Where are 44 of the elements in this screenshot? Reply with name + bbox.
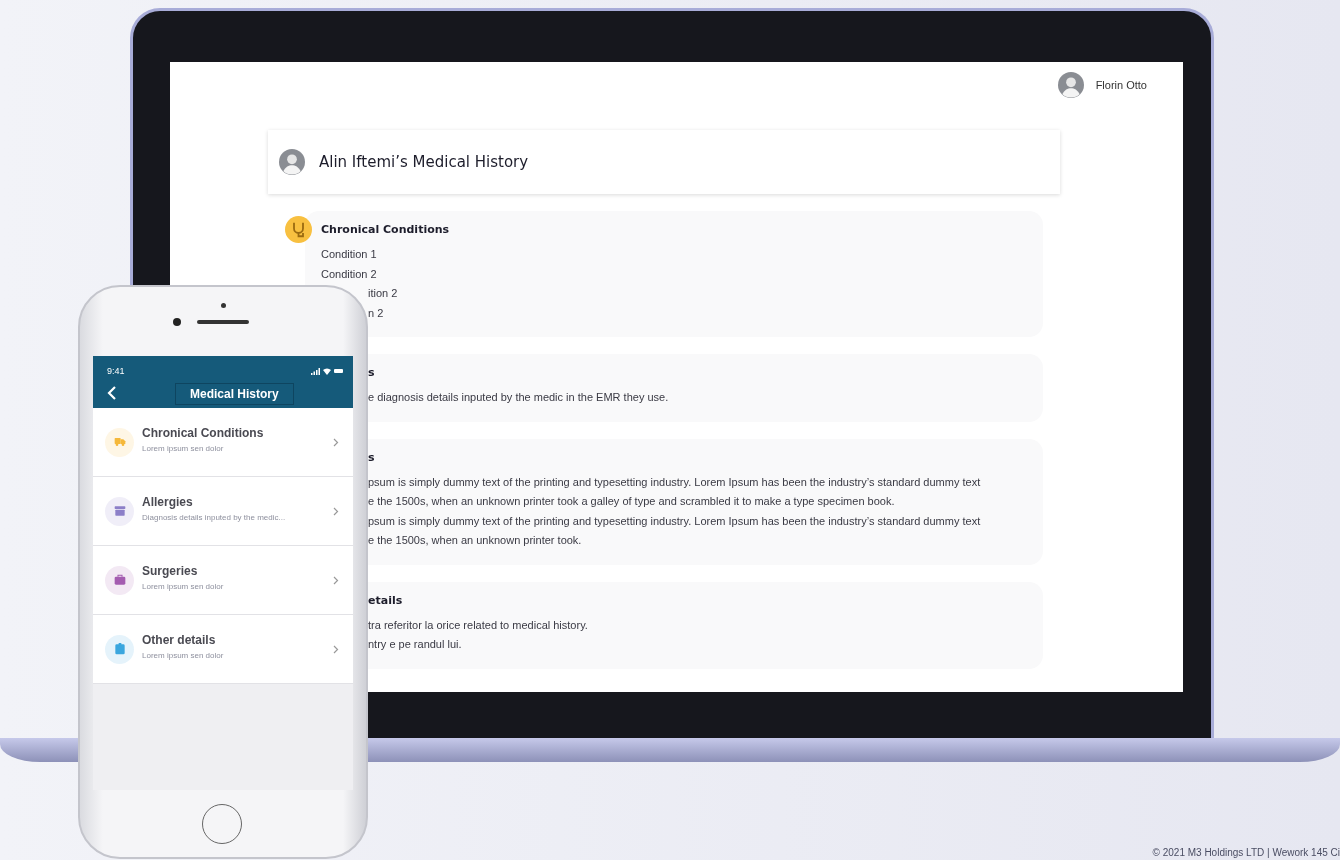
chevron-icon — [333, 644, 339, 654]
history-list-item[interactable]: Other details Lorem ipsum sen dolor — [93, 615, 353, 684]
section-text: ntry e pe randul lui. — [368, 637, 462, 652]
item-subtitle: Lorem ipsum sen dolor — [142, 650, 225, 660]
section-text: ition 2 — [368, 286, 398, 301]
status-time: 9:41 — [107, 366, 125, 376]
section-text: Condition 2 — [321, 266, 377, 282]
status-icons — [311, 367, 343, 375]
avatar-icon — [279, 149, 305, 175]
item-title: Chronical Conditions — [142, 425, 265, 440]
section-title: etails — [368, 593, 403, 607]
user-name: Florin Otto — [1095, 79, 1147, 91]
section-text: tra referitor la orice related to medical history. — [368, 617, 588, 633]
stethoscope-icon — [285, 216, 312, 243]
section-text: n 2 — [368, 305, 384, 321]
section-text: e diagnosis details inputed by the medic in the EMR they use. — [368, 390, 669, 405]
nav-title: Medical History — [175, 383, 294, 405]
chevron-icon — [333, 437, 339, 447]
speaker-icon — [197, 320, 249, 324]
history-list-item[interactable]: Surgeries Lorem ipsum sen dolor — [93, 546, 353, 615]
back-button[interactable] — [107, 386, 119, 402]
section-text: e the 1500s, when an unknown printer took. — [368, 533, 582, 548]
item-subtitle: Diagnosis details inputed by the medic... — [142, 512, 287, 522]
camera-icon — [173, 318, 181, 326]
section-text: e the 1500s, when an unknown printer took a galley of type and scrambled it to make a type specimen book. — [368, 494, 895, 509]
history-list-item[interactable]: Chronical Conditions Lorem ipsum sen dolor — [93, 408, 353, 477]
footer-text: © 2021 M3 Holdings LTD | Wework 145 Ci — [1152, 847, 1340, 858]
chevron-icon — [333, 506, 339, 516]
section-title: s — [368, 366, 375, 379]
sensor-icon — [221, 303, 226, 308]
item-title: Surgeries — [142, 563, 199, 578]
section-text: psum is simply dummy text of the printing and typesetting industry. Lorem Ipsum has been the industry’s standard dummy text — [368, 474, 981, 490]
section-text: Condition 1 — [321, 247, 377, 262]
avatar-icon — [1057, 72, 1084, 98]
item-subtitle: Lorem ipsum sen dolor — [142, 581, 225, 591]
section-title: s — [368, 450, 375, 464]
history-list-item[interactable]: Allergies Diagnosis details inputed by the medic... — [93, 477, 353, 546]
item-subtitle: Lorem ipsum sen dolor — [142, 443, 225, 453]
page-title: Alin Iftemi’s Medical History — [319, 153, 529, 171]
section-title: Chronical Conditions — [321, 223, 450, 236]
chevron-icon — [333, 575, 339, 585]
item-title: Allergies — [142, 494, 194, 509]
section-text: psum is simply dummy text of the printing and typesetting industry. Lorem Ipsum has been the industry’s standard dummy text — [368, 513, 981, 529]
item-title: Other details — [142, 632, 217, 647]
